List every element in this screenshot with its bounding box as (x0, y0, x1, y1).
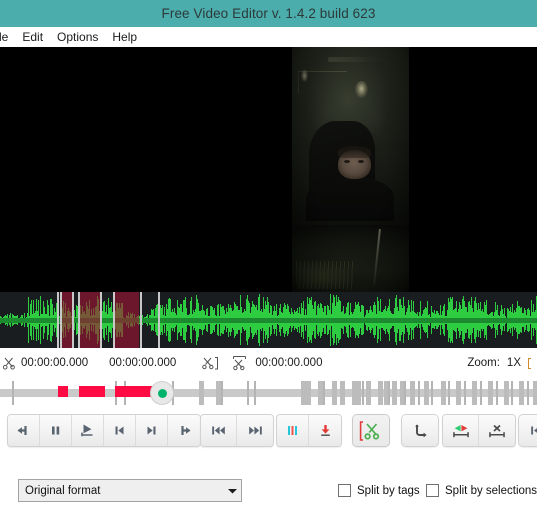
playhead-handle[interactable] (150, 381, 174, 405)
current-time-field[interactable]: 00:00:00.000 (255, 357, 322, 369)
app-window: Free Video Editor v. 1.4.2 build 623 Fil… (0, 0, 537, 519)
format-select-value: Original format (25, 484, 101, 497)
scissors-icon[interactable] (2, 356, 16, 370)
video-preview[interactable] (0, 47, 537, 292)
undo-button[interactable] (402, 415, 438, 446)
pause-icon (52, 426, 60, 435)
menu-item-file[interactable]: File (0, 28, 15, 46)
step-forward-button[interactable] (168, 415, 200, 446)
skip-start-icon (115, 426, 124, 435)
start-time-field[interactable]: 00:00:00.000 (21, 357, 88, 369)
arrow-curve-icon (414, 423, 427, 437)
fast-forward-end-icon (248, 426, 262, 435)
jump-to-end-button[interactable] (237, 415, 273, 446)
playhead-dot (157, 388, 167, 398)
transport-toolbar (0, 408, 537, 460)
pause-button[interactable] (40, 415, 72, 446)
jump-group (200, 414, 274, 447)
zoom-bracket-icon (528, 357, 531, 369)
split-by-selections-option[interactable]: Split by selections (426, 484, 537, 497)
play-button[interactable] (72, 415, 104, 446)
menu-item-help[interactable]: Help (105, 28, 144, 46)
cut-group (352, 414, 390, 447)
marker-group (276, 414, 342, 447)
prev-marker-icon (530, 426, 537, 435)
format-select[interactable]: Original format (18, 479, 242, 502)
arrow-right-icon (180, 426, 190, 435)
audio-waveform[interactable] (0, 292, 537, 348)
rewind-start-icon (212, 426, 225, 435)
timeline-scrubber[interactable] (0, 378, 537, 408)
undo-group (401, 414, 439, 447)
nav-group (518, 414, 537, 447)
window-title: Free Video Editor v. 1.4.2 build 623 (161, 6, 376, 21)
menu-bar: File Edit Options Help (0, 27, 537, 47)
arrow-left-icon (17, 426, 27, 435)
skip-end-icon (147, 426, 156, 435)
previous-selection-button[interactable] (519, 415, 537, 446)
playback-group (7, 414, 201, 447)
select-range-button[interactable] (443, 415, 479, 446)
step-back-button[interactable] (8, 415, 40, 446)
timecode-toolbar: 00:00:00.000 00:00:00.000 00:00:00.000 Z… (0, 348, 537, 378)
split-by-selections-label: Split by selections (445, 484, 537, 497)
split-by-tags-checkbox[interactable] (338, 484, 351, 497)
scissors-split-icon[interactable] (231, 355, 248, 371)
green-scissors-bracket-icon (359, 420, 380, 441)
three-bars-icon (288, 426, 297, 435)
delete-range-button[interactable] (479, 415, 515, 446)
menu-item-edit[interactable]: Edit (15, 28, 50, 46)
split-by-tags-label: Split by tags (357, 484, 420, 497)
title-bar: Free Video Editor v. 1.4.2 build 623 (0, 0, 537, 27)
scissors-bracket-icon[interactable] (202, 356, 219, 371)
export-options-bar: Original format Split by tags Split by s… (0, 460, 537, 519)
cut-selection-button[interactable] (353, 415, 389, 446)
frame-vignette (292, 47, 409, 292)
end-time-field[interactable]: 00:00:00.000 (109, 357, 176, 369)
menu-item-options[interactable]: Options (50, 28, 105, 46)
zoom-label: Zoom: (467, 357, 500, 369)
zoom-control: Zoom: 1X (467, 348, 531, 378)
play-from-start-icon (81, 424, 93, 437)
video-frame (292, 47, 409, 292)
split-by-selections-checkbox[interactable] (426, 484, 439, 497)
green-red-arrows-icon (452, 424, 469, 437)
selection-group (442, 414, 516, 447)
previous-frame-button[interactable] (104, 415, 136, 446)
add-tag-button[interactable] (277, 415, 309, 446)
range-x-icon (489, 424, 505, 437)
insert-marker-button[interactable] (309, 415, 341, 446)
red-arrow-down-icon (320, 425, 330, 436)
chevron-down-icon (223, 487, 241, 495)
jump-to-begin-button[interactable] (201, 415, 237, 446)
split-by-tags-option[interactable]: Split by tags (338, 484, 420, 497)
next-frame-button[interactable] (136, 415, 168, 446)
zoom-value[interactable]: 1X (507, 357, 521, 369)
